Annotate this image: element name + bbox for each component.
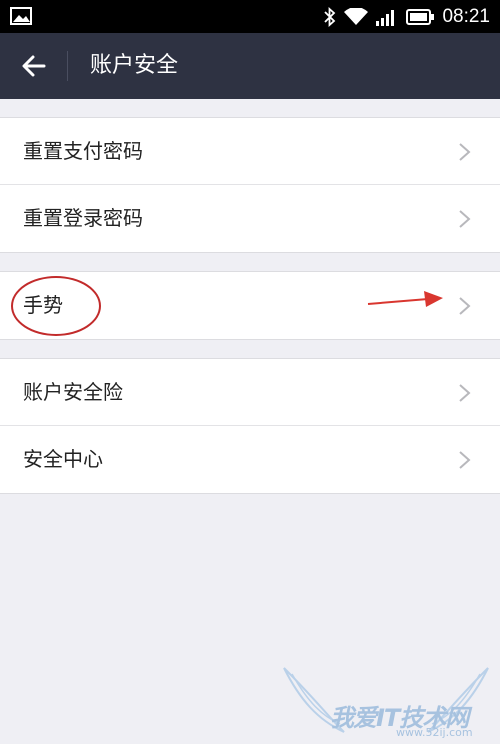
battery-icon [406,8,435,25]
back-button[interactable] [18,50,50,82]
chevron-right-icon [459,384,471,402]
signal-icon [376,9,395,26]
watermark-url: www.52ij.com [396,726,473,739]
settings-group-security: 账户安全险 安全中心 [0,358,500,494]
back-arrow-icon [22,55,46,77]
annotation-arrow-icon [367,291,443,307]
header-divider [67,51,68,81]
list-item-reset-login-password[interactable]: 重置登录密码 [0,185,500,252]
watermark: 我爱IT技术网 www.52ij.com [278,660,494,744]
chevron-right-icon [459,297,471,315]
bluetooth-icon [324,6,336,27]
list-item-label: 重置支付密码 [23,139,143,163]
settings-group-password: 重置支付密码 重置登录密码 [0,117,500,253]
chevron-right-icon [459,451,471,469]
status-bar: 08:21 [0,0,500,33]
wifi-icon [344,7,369,25]
list-item-label: 重置登录密码 [23,206,143,230]
chevron-right-icon [459,143,471,161]
app-header: 账户安全 [0,33,500,99]
chevron-right-icon [459,210,471,228]
list-item-account-insurance[interactable]: 账户安全险 [0,359,500,426]
list-item-reset-pay-password[interactable]: 重置支付密码 [0,118,500,185]
status-time: 08:21 [442,5,490,27]
page-title: 账户安全 [90,53,179,78]
gallery-icon [10,7,32,25]
annotation-circle [11,276,101,336]
list-item-security-center[interactable]: 安全中心 [0,426,500,493]
list-item-label: 安全中心 [23,447,103,471]
status-right: 08:21 [324,0,490,33]
list-item-label: 账户安全险 [23,380,123,404]
